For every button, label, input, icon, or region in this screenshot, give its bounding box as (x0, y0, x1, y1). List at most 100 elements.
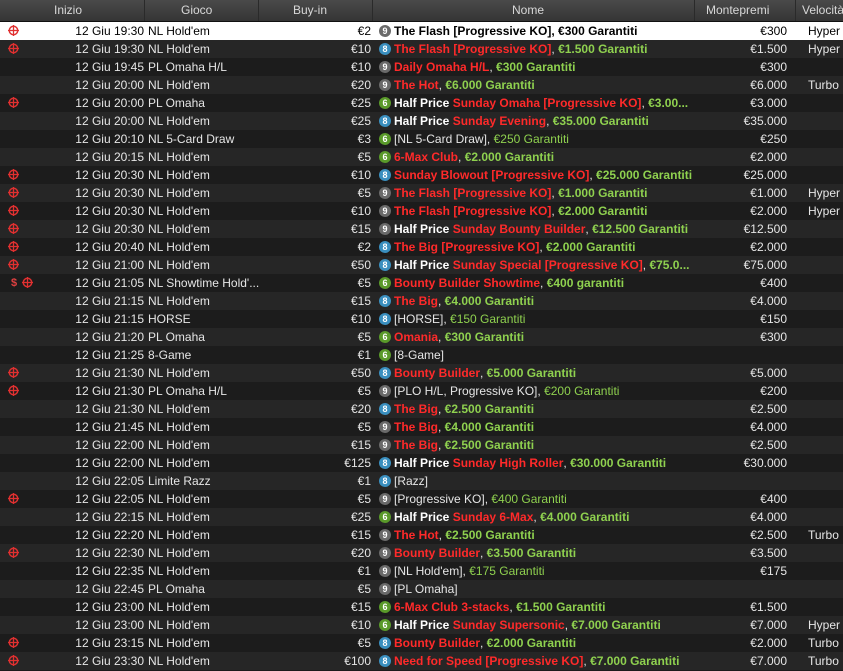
speed-cell (808, 544, 843, 562)
table-row[interactable]: 12 Giu 21:00 NL Hold'em €50 8 Half Price Sun… (0, 256, 843, 274)
start-time: 22:30 (113, 546, 144, 560)
guarantee-text: €400 garantiti (546, 276, 625, 290)
table-row[interactable]: 12 Giu 22:35 NL Hold'em €1 9 [NL Hold'em], €… (0, 562, 843, 580)
table-size-badge-icon: 6 (379, 132, 391, 145)
table-row[interactable]: 12 Giu 20:10 NL 5-Card Draw €3 6 [NL 5-Card … (0, 130, 843, 148)
tournament-name: The Flash [Progressive KO], €300 Garanti… (394, 24, 638, 38)
column-header-buyin[interactable]: Buy-in (259, 0, 373, 21)
speed-cell: Hyper (808, 24, 841, 38)
row-icon-cell (0, 436, 40, 454)
table-row[interactable]: 12 Giu 20:00 NL Hold'em €25 8 Half Price Sun… (0, 112, 843, 130)
table-row[interactable]: 12 Giu 21:45 NL Hold'em €5 9 The Big, €4.000… (0, 418, 843, 436)
buyin-cell: €125 (344, 456, 371, 470)
start-date: 12 Giu (75, 510, 111, 524)
row-icon-cell (0, 202, 40, 220)
table-row[interactable]: 12 Giu 22:00 NL Hold'em €15 9 The Big, €2.50… (0, 436, 843, 454)
name-cell: 6 Half Price Sunday 6-Max, €4.000 Garanti… (377, 508, 695, 526)
table-row[interactable]: 12 Giu 21:15 HORSE €10 8 [HORSE], €150 Garan… (0, 310, 843, 328)
column-header-name[interactable]: Nome (373, 0, 695, 21)
guarantee-text: €150 Garantiti (450, 312, 526, 326)
table-row[interactable]: 12 Giu 19:30 NL Hold'em €10 8 The Flash [Pro… (0, 40, 843, 58)
table-row[interactable]: 12 Giu 21:15 NL Hold'em €15 8 The Big, €4.00… (0, 292, 843, 310)
game-cell: HORSE (148, 312, 191, 326)
table-row[interactable]: 12 Giu 20:30 NL Hold'em €10 9 The Flash [Pro… (0, 202, 843, 220)
start-date: 12 Giu (75, 60, 111, 74)
table-row[interactable]: 12 Giu 20:15 NL Hold'em €5 6 6-Max Club, €2.… (0, 148, 843, 166)
start-date: 12 Giu (75, 24, 111, 38)
start-date: 12 Giu (75, 456, 111, 470)
game-cell: NL Hold'em (148, 402, 210, 416)
table-row[interactable]: 12 Giu 22:15 NL Hold'em €25 6 Half Price Sun… (0, 508, 843, 526)
table-row[interactable]: 12 Giu 21:30 NL Hold'em €50 8 Bounty Builder… (0, 364, 843, 382)
game-cell: NL Hold'em (148, 204, 210, 218)
table-row[interactable]: 12 Giu 20:30 NL Hold'em €5 9 The Flash [Prog… (0, 184, 843, 202)
table-row[interactable]: 12 Giu 22:00 NL Hold'em €125 8 Half Price Su… (0, 454, 843, 472)
table-row[interactable]: 12 Giu 23:30 NL Hold'em €100 8 Need for Spee… (0, 652, 843, 670)
name-cell: 6 Omania, €300 Garantiti (377, 328, 695, 346)
table-row[interactable]: 12 Giu 22:30 NL Hold'em €20 9 Bounty Builder… (0, 544, 843, 562)
target-icon (8, 169, 19, 180)
speed-cell (808, 346, 843, 364)
start-date: 12 Giu (75, 420, 111, 434)
name-cell: 8 Sunday Blowout [Progressive KO], €25.00… (377, 166, 695, 184)
target-icon (8, 241, 19, 252)
prize-cell: €3.500 (750, 546, 787, 560)
speed-cell (808, 130, 843, 148)
table-row[interactable]: 12 Giu 23:00 NL Hold'em €10 6 Half Price Sun… (0, 616, 843, 634)
table-row[interactable]: $12 Giu 21:05 NL Showtime Hold'... €5 6 Boun… (0, 274, 843, 292)
table-row[interactable]: 12 Giu 20:00 NL Hold'em €20 9 The Hot, €6.00… (0, 76, 843, 94)
start-datetime: 12 Giu 21:15 (40, 292, 144, 310)
row-icon-cell (0, 58, 40, 76)
game-cell: NL Hold'em (148, 654, 210, 668)
buyin-cell: €15 (350, 294, 371, 308)
row-icon-cell (0, 472, 40, 490)
guarantee-text: €7.000 Garantiti (571, 618, 661, 632)
buyin-cell: €5 (357, 276, 371, 290)
table-row[interactable]: 12 Giu 23:15 NL Hold'em €5 8 Bounty Builder,… (0, 634, 843, 652)
target-icon (8, 97, 19, 108)
column-header-speed[interactable]: Velocità (796, 0, 843, 21)
column-header-start[interactable]: Inizio (0, 0, 145, 21)
dollar-icon: $ (11, 277, 18, 289)
name-cell: 8 Half Price Sunday Special [Progressive … (377, 256, 695, 274)
table-row[interactable]: 12 Giu 22:20 NL Hold'em €15 9 The Hot, €2.50… (0, 526, 843, 544)
table-size-badge-icon: 8 (379, 366, 391, 379)
table-row[interactable]: 12 Giu 20:30 NL Hold'em €15 9 Half Price Sun… (0, 220, 843, 238)
speed-cell (808, 508, 843, 526)
table-row[interactable]: 12 Giu 21:30 PL Omaha H/L €5 9 [PLO H/L, Pro… (0, 382, 843, 400)
start-datetime: 12 Giu 22:15 (40, 508, 144, 526)
table-row[interactable]: 12 Giu 21:25 8-Game €1 6 [8-Game] (0, 346, 843, 364)
game-cell: PL Omaha (148, 582, 205, 596)
tournament-name: Sunday Evening (452, 114, 547, 128)
table-row[interactable]: 12 Giu 22:45 PL Omaha €5 9 [PL Omaha] (0, 580, 843, 598)
start-time: 20:15 (113, 150, 144, 164)
table-row[interactable]: 12 Giu 22:05 NL Hold'em €5 9 [Progressive KO… (0, 490, 843, 508)
table-row[interactable]: 12 Giu 20:30 NL Hold'em €10 8 Sunday Blowout… (0, 166, 843, 184)
name-cell: 9 Daily Omaha H/L, €300 Garantiti (377, 58, 695, 76)
tournament-name: Bounty Builder Showtime (394, 276, 541, 290)
start-time: 22:00 (113, 456, 144, 470)
table-row[interactable]: 12 Giu 19:30 NL Hold'em €2 9 The Flash [Prog… (0, 22, 843, 40)
table-row[interactable]: 12 Giu 23:00 NL Hold'em €15 6 6-Max Club 3-s… (0, 598, 843, 616)
prize-cell (695, 472, 787, 490)
start-time: 21:25 (113, 348, 144, 362)
row-icon-cell (0, 184, 40, 202)
table-row[interactable]: 12 Giu 21:20 PL Omaha €5 6 Omania, €300 Gara… (0, 328, 843, 346)
game-cell: NL Hold'em (148, 240, 210, 254)
table-row[interactable]: 12 Giu 20:40 NL Hold'em €2 8 The Big [Progre… (0, 238, 843, 256)
table-row[interactable]: 12 Giu 22:05 Limite Razz €1 8 [Razz] (0, 472, 843, 490)
buyin-cell: €5 (357, 150, 371, 164)
game-cell: NL Hold'em (148, 78, 210, 92)
guarantee-text: €300 Garantiti (496, 60, 576, 74)
table-row[interactable]: 12 Giu 21:30 NL Hold'em €20 8 The Big, €2.50… (0, 400, 843, 418)
guarantee-text: €2.500 Garantiti (444, 438, 535, 452)
column-header-prize[interactable]: Montepremi (695, 0, 796, 21)
table-row[interactable]: 12 Giu 19:45 PL Omaha H/L €10 9 Daily Omaha … (0, 58, 843, 76)
speed-cell: Hyper (808, 618, 841, 632)
column-header-game[interactable]: Gioco (145, 0, 259, 21)
game-cell: NL Hold'em (148, 114, 210, 128)
start-time: 22:05 (113, 492, 144, 506)
speed-cell: Hyper (808, 42, 841, 56)
start-date: 12 Giu (75, 600, 111, 614)
table-row[interactable]: 12 Giu 20:00 PL Omaha €25 6 Half Price Sunda… (0, 94, 843, 112)
